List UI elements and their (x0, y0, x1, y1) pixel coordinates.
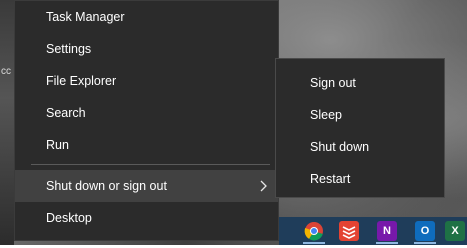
menu-item-desktop[interactable]: Desktop (15, 202, 278, 234)
submenu-item-sleep[interactable]: Sleep (276, 99, 444, 131)
menu-item-label: Run (46, 138, 69, 152)
submenu-item-label: Sign out (310, 76, 356, 90)
taskbar: N O X (279, 217, 467, 245)
menu-item-label: Settings (46, 42, 92, 56)
submenu-item-label: Sleep (310, 108, 342, 122)
submenu-item-label: Shut down (310, 140, 370, 154)
chrome-icon[interactable] (304, 221, 324, 241)
shutdown-submenu: Sign out Sleep Shut down Restart (275, 58, 445, 198)
onenote-glyph: N (383, 225, 391, 237)
outlook-icon[interactable]: O (415, 221, 435, 241)
active-app-indicator (303, 242, 325, 244)
menu-item-shut-down-or-sign-out[interactable]: Shut down or sign out (15, 170, 278, 202)
menu-item-label: File Explorer (46, 74, 117, 88)
submenu-item-sign-out[interactable]: Sign out (276, 67, 444, 99)
menu-item-search[interactable]: Search (15, 97, 278, 129)
excel-glyph: X (451, 225, 459, 237)
submenu-item-restart[interactable]: Restart (276, 163, 444, 195)
outlook-glyph: O (420, 225, 430, 237)
menu-item-file-explorer[interactable]: File Explorer (15, 65, 278, 97)
excel-icon[interactable]: X (445, 221, 465, 241)
submenu-item-label: Restart (310, 172, 351, 186)
menu-item-settings[interactable]: Settings (15, 33, 278, 65)
menu-item-run[interactable]: Run (15, 129, 278, 161)
menu-item-task-manager[interactable]: Task Manager (15, 1, 278, 33)
menu-item-label: Task Manager (46, 10, 125, 24)
submenu-item-shut-down[interactable]: Shut down (276, 131, 444, 163)
quick-link-menu: Task Manager Settings File Explorer Sear… (14, 0, 279, 241)
desktop-window-edge: cc (0, 0, 14, 245)
menu-item-label: Desktop (46, 211, 92, 225)
active-app-indicator (414, 242, 436, 244)
menu-separator (31, 164, 270, 165)
active-app-indicator (376, 242, 398, 244)
onenote-icon[interactable]: N (377, 221, 397, 241)
chevron-right-icon (258, 170, 268, 202)
menu-item-label: Shut down or sign out (46, 179, 167, 193)
window-edge-text: cc (1, 66, 11, 77)
todoist-icon[interactable] (339, 221, 359, 241)
menu-item-label: Search (46, 106, 86, 120)
